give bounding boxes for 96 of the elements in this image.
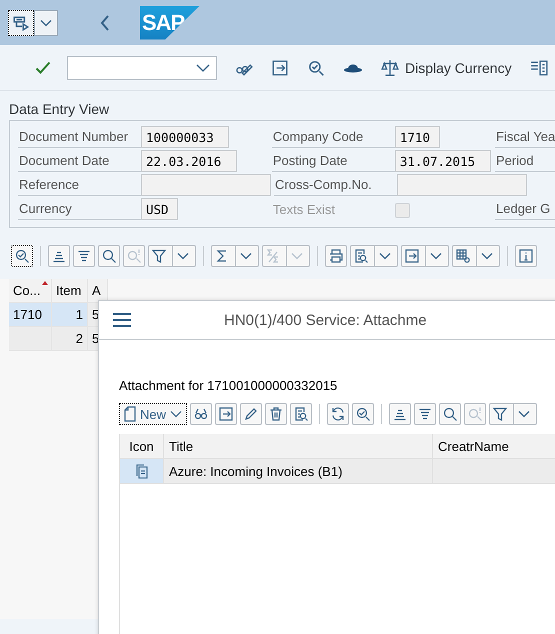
field-label: Posting Date	[272, 150, 395, 172]
toolbar-button[interactable]	[265, 403, 288, 425]
toolbar-button[interactable]	[11, 245, 33, 267]
input-field[interactable]	[141, 174, 271, 196]
caret-icon	[196, 64, 210, 72]
filter-icon	[492, 406, 508, 422]
toolbar-button[interactable]	[215, 403, 238, 425]
command-field[interactable]	[67, 56, 217, 80]
table-cell: 1	[52, 303, 88, 327]
toolbar-button[interactable]	[389, 403, 412, 425]
magnifier-check-icon	[14, 248, 30, 264]
toolbar-button[interactable]	[48, 245, 70, 267]
checkmark-icon[interactable]	[35, 60, 51, 74]
dropdown-button[interactable]	[34, 10, 58, 36]
caret-icon	[481, 252, 493, 260]
field-label: Period	[495, 150, 555, 172]
attachment-caption: Attachment for 171001000000332015	[119, 378, 338, 393]
toolbar-button[interactable]	[148, 245, 196, 267]
back-icon	[100, 14, 110, 30]
field-label: Fiscal Yea	[495, 126, 555, 148]
grid-gear-icon	[455, 248, 471, 264]
toolbar-button[interactable]	[489, 403, 538, 425]
toolbar-button[interactable]	[452, 245, 500, 267]
column-header[interactable]: Title	[164, 434, 433, 459]
glasses-icon	[193, 406, 210, 422]
screen-arrow-icon	[12, 14, 30, 32]
toolbar-button[interactable]	[211, 245, 259, 267]
caret-icon	[170, 410, 182, 418]
printer-icon	[328, 248, 344, 264]
menu-icon[interactable]	[113, 313, 131, 327]
toolbar-button[interactable]	[240, 403, 262, 425]
toolbar-button[interactable]	[190, 403, 212, 425]
field-label: Texts Exist	[272, 200, 336, 218]
subtotal-icon	[265, 248, 281, 264]
input-field[interactable]: 22.03.2016	[141, 150, 237, 172]
table-cell: Azure: Incoming Invoices (B1)	[164, 459, 433, 484]
document-icon	[124, 406, 136, 422]
documents-icon	[134, 464, 148, 478]
trash-icon	[268, 406, 284, 422]
input-field[interactable]: 31.07.2015	[394, 150, 491, 172]
list-icon[interactable]	[530, 58, 548, 76]
toolbar-button[interactable]	[401, 245, 449, 267]
display-currency-button[interactable]: Display Currency	[381, 58, 512, 76]
toolbar-button[interactable]	[325, 245, 347, 267]
toolbar-button[interactable]	[73, 245, 95, 267]
column-header[interactable]: Icon	[120, 434, 164, 459]
export-icon	[218, 406, 234, 422]
caret-icon	[379, 252, 391, 260]
magnifier-check-icon[interactable]	[307, 58, 325, 76]
document-search-icon	[293, 406, 310, 422]
search-next-icon	[126, 248, 142, 264]
caret-icon	[430, 252, 442, 260]
toolbar-button[interactable]	[327, 403, 350, 425]
refresh-icon	[330, 406, 346, 422]
toolbar-button[interactable]	[98, 245, 120, 267]
caret-icon	[518, 410, 530, 418]
menu-button[interactable]	[8, 10, 34, 36]
toolbar-button[interactable]	[414, 403, 436, 425]
toolbar-button[interactable]	[515, 245, 537, 267]
column-header[interactable]: A	[88, 279, 108, 303]
pencil-icon	[243, 406, 260, 422]
filter-icon	[151, 248, 167, 264]
toolbar-button[interactable]	[352, 403, 374, 425]
dialog-title: HN0(1)/400 Service: Attachme	[224, 312, 427, 328]
toolbar-button[interactable]	[439, 403, 462, 425]
search-icon	[442, 406, 458, 422]
scale-icon	[381, 58, 399, 76]
input-field[interactable]: USD	[141, 198, 178, 220]
caret-icon	[240, 252, 252, 260]
caret-icon	[40, 18, 52, 26]
column-header[interactable]: CreatrName	[433, 434, 555, 459]
document-search-icon	[353, 248, 369, 264]
column-header[interactable]: Item	[52, 279, 88, 303]
export-icon[interactable]	[271, 58, 289, 76]
new-button[interactable]: New	[119, 403, 188, 425]
info-icon	[518, 248, 534, 264]
table-cell: 2	[52, 327, 88, 351]
sort-descending-icon	[76, 248, 92, 264]
magnifier-check-icon	[355, 406, 372, 422]
input-field[interactable]: 100000033	[141, 126, 229, 148]
caret-icon	[291, 252, 303, 260]
toolbar-button[interactable]	[350, 245, 398, 267]
caret-icon	[177, 252, 189, 260]
column-header[interactable]: Co...	[9, 279, 52, 303]
table-cell: 1710	[9, 303, 52, 327]
section-title: Data Entry View	[9, 101, 110, 117]
field-label: Ledger G	[495, 198, 555, 220]
sort-descending-icon	[417, 406, 434, 422]
field-label: Company Code	[272, 126, 395, 148]
search-next-icon	[467, 406, 484, 422]
input-field[interactable]: 1710	[394, 126, 440, 148]
search-icon	[101, 248, 117, 264]
logo[interactable]: SAP	[140, 6, 200, 40]
export-icon	[404, 248, 420, 264]
input-field[interactable]	[397, 174, 527, 196]
toolbar-button[interactable]	[290, 403, 312, 425]
